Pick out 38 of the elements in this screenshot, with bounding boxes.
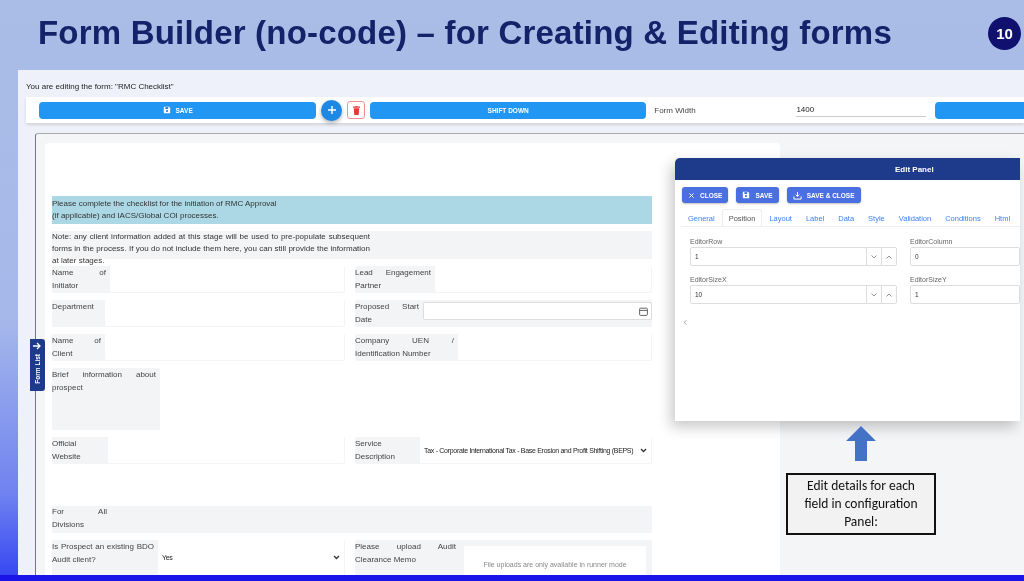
field-label: Official Website — [52, 438, 82, 463]
date-input[interactable] — [423, 302, 652, 320]
field-label: Department — [52, 301, 95, 313]
up-arrow — [846, 426, 876, 461]
field-label: Lead Engagement Partner — [355, 267, 432, 292]
chevron-down-icon — [871, 254, 877, 259]
chevron-up-icon — [886, 292, 892, 297]
download-icon — [792, 190, 802, 200]
calendar-icon — [639, 306, 648, 316]
field-label: Service Description — [355, 438, 396, 463]
field-label: Company UEN / Identification Number — [355, 335, 455, 360]
chevron-down-icon — [871, 292, 877, 297]
collapse-icon[interactable] — [683, 320, 687, 325]
add-button[interactable] — [321, 99, 343, 121]
chevron-up-icon — [886, 254, 892, 259]
editing-form-label: You are editing the form: "RMC Checklist" — [25, 81, 174, 93]
plus-icon — [327, 106, 336, 114]
field-label: Is Prospect an existing BDO Audit client? — [52, 541, 155, 566]
close-icon — [688, 191, 695, 199]
field-label: Brief information about prospect — [52, 369, 157, 394]
field-label: Proposed Start Date — [355, 301, 420, 326]
field-label: Name of Client — [52, 335, 102, 360]
chevron-down-icon — [333, 555, 340, 560]
right-arrow-icon — [33, 342, 42, 350]
panel-header: Edit Panel — [675, 158, 1020, 180]
form-width-label: Form Width — [654, 105, 697, 115]
page-number-badge: 10 — [988, 17, 1021, 50]
instruction-banner: Please complete the checklist for the initiation of RMC Approval (if applicable) and IACS/Global COI processes. — [52, 196, 652, 224]
section-label: For All Divisions — [52, 506, 107, 531]
toolbar-button[interactable] — [934, 101, 1024, 119]
field-label: Name of Initiator — [52, 267, 107, 292]
slide-title: Form Builder (no-code) – for Creating & Editing forms — [38, 14, 892, 52]
field-label: Please upload Audit Clearance Memo — [355, 541, 457, 566]
chevron-down-icon — [640, 447, 647, 453]
callout: Edit details for each field in configuration Panel: — [786, 473, 936, 535]
trash-icon — [352, 105, 360, 115]
note-text: Note: any client information added at this stage will be used to pre-populate subsequent forms in the process. If you do not include them here, you can still provide the information at later stages. — [52, 231, 370, 267]
delete-button[interactable] — [347, 101, 365, 119]
